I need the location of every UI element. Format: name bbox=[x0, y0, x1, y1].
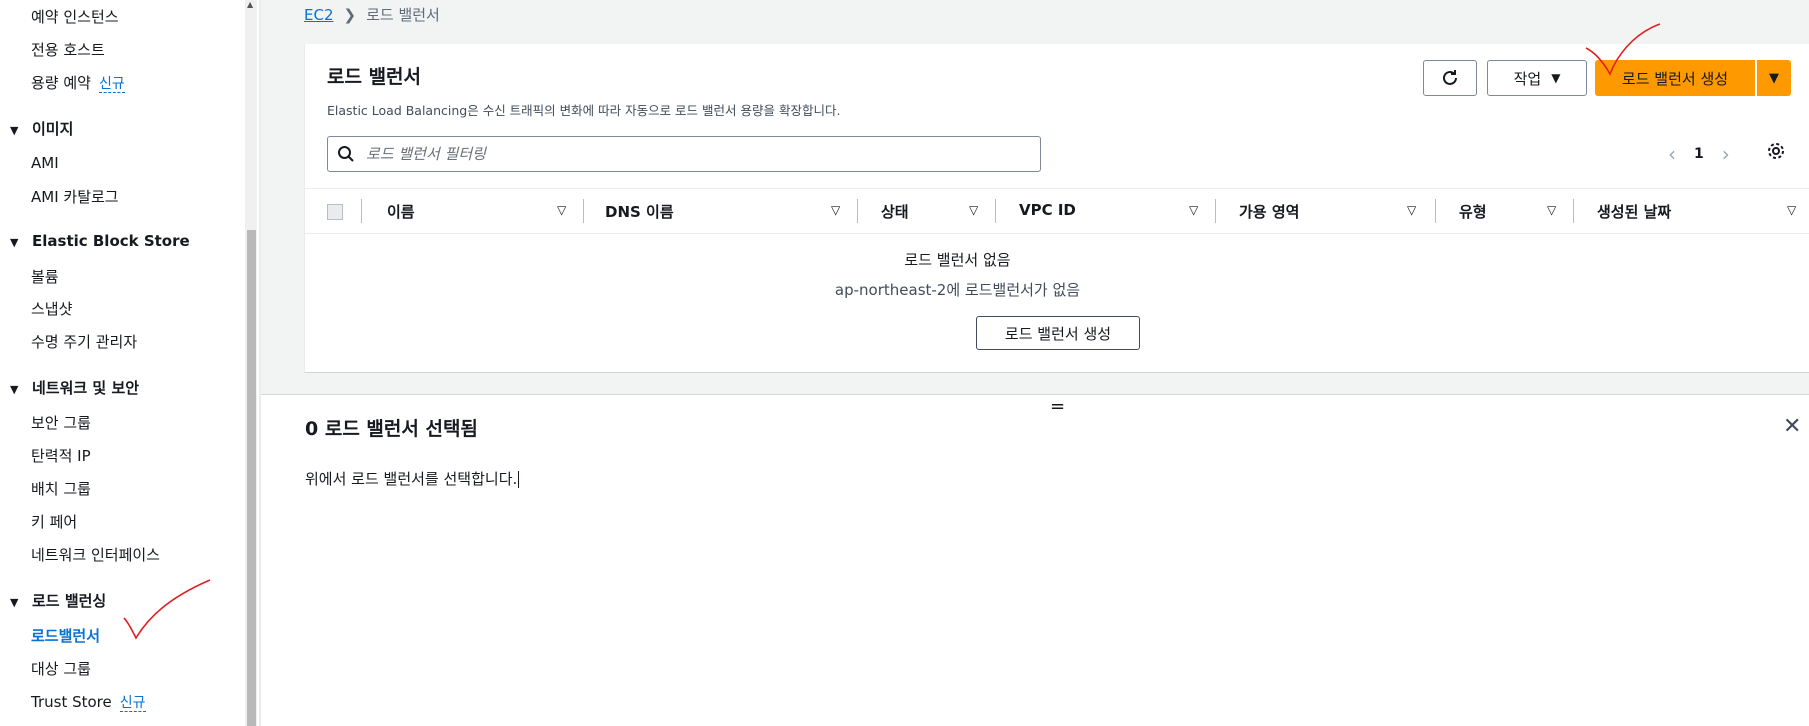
chevron-right-icon[interactable]: › bbox=[1722, 142, 1730, 166]
sidebar-section-network-security[interactable]: ▼ 네트워크 및 보안 bbox=[10, 377, 139, 398]
actions-button[interactable]: 작업 ▼ bbox=[1487, 60, 1587, 96]
refresh-button[interactable] bbox=[1423, 60, 1477, 96]
split-panel-message: 위에서 로드 밸런서를 선택합니다. bbox=[305, 470, 518, 488]
empty-create-load-balancer-button[interactable]: 로드 밸런서 생성 bbox=[976, 316, 1140, 350]
column-divider[interactable] bbox=[1435, 199, 1436, 223]
sidebar-item-label: Trust Store bbox=[31, 693, 112, 711]
caret-down-icon: ▼ bbox=[10, 124, 19, 137]
sidebar-item-elastic-ips[interactable]: 탄력적 IP bbox=[31, 445, 91, 466]
create-load-balancer-button[interactable]: 로드 밸런서 생성 bbox=[1595, 60, 1755, 96]
caret-down-icon: ▼ bbox=[10, 383, 19, 396]
sidebar-item-volumes[interactable]: 볼륨 bbox=[31, 266, 59, 287]
sidebar-item-load-balancers[interactable]: 로드밸런서 bbox=[31, 625, 100, 646]
new-badge: 신규 bbox=[119, 695, 146, 712]
select-all-checkbox[interactable] bbox=[327, 204, 343, 220]
pagination: ‹ 1 › bbox=[1668, 142, 1730, 166]
load-balancers-panel: 로드 밸런서 Elastic Load Balancing은 수신 트래픽의 변… bbox=[304, 44, 1809, 373]
section-title: 네트워크 및 보안 bbox=[32, 379, 140, 397]
sort-icon[interactable]: ▽ bbox=[831, 203, 840, 217]
sidebar-item-snapshots[interactable]: 스냅샷 bbox=[31, 298, 72, 319]
sidebar-scrollbar[interactable]: ▲ bbox=[245, 0, 257, 726]
page-title: 로드 밸런서 bbox=[327, 66, 422, 88]
sort-icon[interactable]: ▽ bbox=[969, 203, 978, 217]
search-field[interactable] bbox=[327, 136, 1041, 172]
sidebar-item-placement-groups[interactable]: 배치 그룹 bbox=[31, 478, 91, 499]
column-divider[interactable] bbox=[1573, 199, 1574, 223]
empty-create-label: 로드 밸런서 생성 bbox=[1004, 324, 1112, 343]
chevron-right-icon: ❯ bbox=[343, 6, 357, 24]
breadcrumb-ec2-link[interactable]: EC2 bbox=[304, 6, 334, 24]
sort-icon[interactable]: ▽ bbox=[1787, 203, 1796, 217]
column-header-vpc-id[interactable]: VPC ID bbox=[1019, 201, 1076, 219]
sidebar-item-label: 용량 예약 bbox=[31, 74, 91, 92]
sidebar-section-load-balancing[interactable]: ▼ 로드 밸런싱 bbox=[10, 590, 106, 611]
sidebar-item-lifecycle-manager[interactable]: 수명 주기 관리자 bbox=[31, 331, 137, 352]
split-panel-title: 0 로드 밸런서 선택됨 bbox=[305, 418, 478, 440]
empty-state-description: ap-northeast-2에 로드밸런서가 없음 bbox=[834, 281, 1081, 299]
scroll-up-icon[interactable]: ▲ bbox=[247, 0, 253, 9]
gear-icon[interactable] bbox=[1767, 142, 1785, 164]
breadcrumb-current: 로드 밸런서 bbox=[366, 6, 440, 24]
page-number[interactable]: 1 bbox=[1694, 146, 1704, 162]
sidebar-item-network-interfaces[interactable]: 네트워크 인터페이스 bbox=[31, 544, 160, 565]
caret-down-icon: ▼ bbox=[10, 596, 19, 609]
column-header-dns-name[interactable]: DNS 이름 bbox=[605, 201, 674, 222]
sidebar-item-ami[interactable]: AMI bbox=[31, 154, 59, 172]
create-label: 로드 밸런서 생성 bbox=[1621, 69, 1729, 88]
section-title: 로드 밸런싱 bbox=[32, 592, 107, 610]
sidebar-item-key-pairs[interactable]: 키 페어 bbox=[31, 511, 77, 532]
sidebar-item-dedicated-hosts[interactable]: 전용 호스트 bbox=[31, 39, 105, 60]
caret-down-icon: ▼ bbox=[1551, 71, 1561, 85]
sidebar-nav: 예약 인스턴스 전용 호스트 용량 예약 신규 ▼ 이미지 AMI AMI 카탈로그… bbox=[0, 0, 244, 726]
sidebar-item-reserved-instances[interactable]: 예약 인스턴스 bbox=[31, 6, 119, 27]
scrollbar-thumb[interactable] bbox=[247, 230, 256, 726]
column-divider[interactable] bbox=[995, 199, 996, 223]
split-panel-text: 위에서 로드 밸런서를 선택합니다. bbox=[305, 468, 520, 489]
column-divider[interactable] bbox=[1215, 199, 1216, 223]
new-badge: 신규 bbox=[98, 76, 125, 93]
create-dropdown-button[interactable]: ▼ bbox=[1757, 60, 1791, 96]
sort-icon[interactable]: ▽ bbox=[1407, 203, 1416, 217]
column-divider bbox=[361, 199, 362, 223]
sidebar-item-security-groups[interactable]: 보안 그룹 bbox=[31, 412, 91, 433]
column-header-name[interactable]: 이름 bbox=[387, 201, 415, 222]
column-divider[interactable] bbox=[857, 199, 858, 223]
table-header: 이름 ▽ DNS 이름 ▽ 상태 ▽ VPC ID ▽ 가용 영역 ▽ 유형 ▽… bbox=[305, 188, 1809, 234]
close-icon[interactable]: ✕ bbox=[1783, 414, 1801, 439]
sidebar-section-ebs[interactable]: ▼ Elastic Block Store bbox=[10, 232, 190, 250]
actions-label: 작업 bbox=[1513, 69, 1542, 88]
sidebar-item-capacity-reservations[interactable]: 용량 예약 신규 bbox=[31, 72, 125, 93]
sort-icon[interactable]: ▽ bbox=[1547, 203, 1556, 217]
sidebar-item-ami-catalog[interactable]: AMI 카탈로그 bbox=[31, 186, 119, 207]
column-header-type[interactable]: 유형 bbox=[1459, 201, 1487, 222]
sort-icon[interactable]: ▽ bbox=[1189, 203, 1198, 217]
text-cursor bbox=[518, 471, 520, 488]
search-icon bbox=[328, 145, 364, 163]
column-divider[interactable] bbox=[583, 199, 584, 223]
column-header-availability-zones[interactable]: 가용 영역 bbox=[1239, 201, 1299, 222]
refresh-icon bbox=[1443, 70, 1457, 85]
sort-icon[interactable]: ▽ bbox=[557, 203, 566, 217]
breadcrumb: EC2 ❯ 로드 밸런서 bbox=[304, 4, 440, 25]
sidebar-section-images[interactable]: ▼ 이미지 bbox=[10, 118, 73, 139]
section-title: Elastic Block Store bbox=[32, 232, 190, 250]
drag-handle-icon[interactable]: = bbox=[1050, 396, 1065, 417]
split-panel-divider bbox=[261, 394, 1809, 395]
sidebar-item-trust-store[interactable]: Trust Store 신규 bbox=[31, 692, 146, 712]
sidebar-item-target-groups[interactable]: 대상 그룹 bbox=[31, 658, 91, 679]
column-header-created-date[interactable]: 생성된 날짜 bbox=[1597, 201, 1671, 222]
chevron-left-icon[interactable]: ‹ bbox=[1668, 142, 1676, 166]
empty-state-title: 로드 밸런서 없음 bbox=[904, 251, 1011, 269]
caret-down-icon: ▼ bbox=[10, 236, 19, 249]
column-header-state[interactable]: 상태 bbox=[881, 201, 909, 222]
search-input[interactable] bbox=[364, 144, 1028, 164]
section-title: 이미지 bbox=[32, 120, 74, 138]
page-description: Elastic Load Balancing은 수신 트래픽의 변화에 따라 자… bbox=[327, 103, 841, 118]
caret-down-icon: ▼ bbox=[1769, 70, 1779, 86]
